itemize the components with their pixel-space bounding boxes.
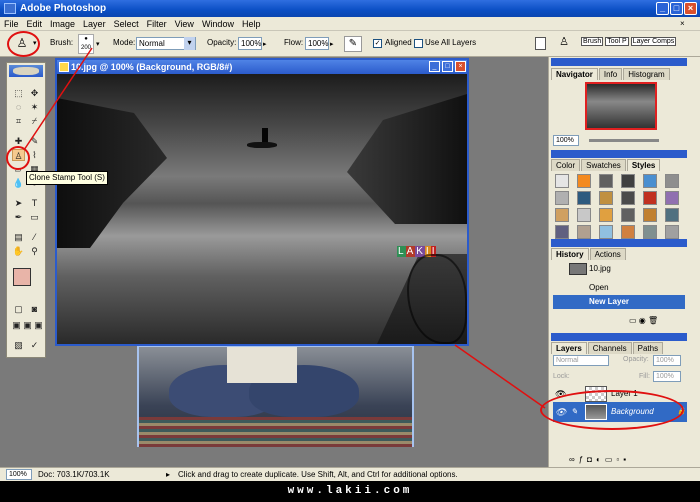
status-hint: Click and drag to create duplicate. Use … [178, 470, 458, 479]
status-arrow-icon[interactable]: ▸ [166, 468, 170, 482]
arrow-brush-to-tool [23, 47, 93, 151]
footer-url: www.lakii.com [0, 481, 700, 502]
annotation-arrows [23, 47, 546, 409]
arrow-canvas-to-layer [454, 344, 546, 409]
status-bar: 100% Doc: 703.1K/703.1K ▸ Click and drag… [0, 467, 700, 481]
status-doc-size: Doc: 703.1K/703.1K [38, 470, 110, 479]
status-zoom-field[interactable]: 100% [6, 469, 32, 480]
